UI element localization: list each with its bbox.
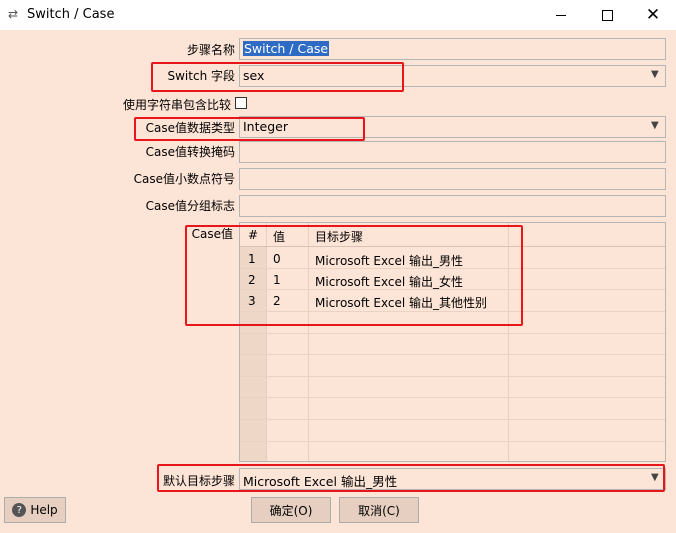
- case-type-label: Case值数据类型: [145, 121, 235, 135]
- step-name-label: 步骤名称: [186, 43, 235, 57]
- table-cell-target[interactable]: Microsoft Excel 输出_其他性别: [315, 294, 487, 311]
- case-values-table[interactable]: # 值 目标步骤 1 0 Microsoft Excel 输出_男性 2 1 M…: [239, 222, 666, 462]
- case-values-label: Case值: [191, 227, 233, 241]
- case-decimal-input[interactable]: [239, 168, 666, 190]
- case-mask-input[interactable]: [239, 141, 666, 163]
- ok-button[interactable]: 确定(O): [251, 497, 331, 523]
- use-contains-checkbox[interactable]: [235, 97, 247, 109]
- close-icon: ✕: [645, 5, 661, 25]
- table-cell-value[interactable]: 2: [273, 294, 281, 308]
- table-header-target[interactable]: 目标步骤: [315, 228, 363, 245]
- case-decimal-label: Case值小数点符号: [133, 172, 235, 186]
- switch-field-value: sex: [243, 68, 265, 83]
- step-name-value: Switch / Case: [243, 41, 330, 56]
- table-cell-num: 2: [248, 273, 256, 287]
- help-button-label: Help: [30, 503, 58, 517]
- default-target-value: Microsoft Excel 输出_男性: [243, 474, 398, 489]
- cancel-button[interactable]: 取消(C): [339, 497, 419, 523]
- table-cell-target[interactable]: Microsoft Excel 输出_男性: [315, 252, 463, 269]
- switch-field-label: Switch 字段: [167, 69, 236, 83]
- minimize-button[interactable]: [538, 0, 584, 30]
- close-button[interactable]: ✕: [630, 0, 676, 30]
- step-name-input[interactable]: Switch / Case: [239, 38, 666, 60]
- table-cell-value[interactable]: 0: [273, 252, 281, 266]
- case-mask-label: Case值转换掩码: [145, 145, 235, 159]
- case-type-value: Integer: [243, 119, 288, 134]
- maximize-button[interactable]: [584, 0, 630, 30]
- window-title: Switch / Case: [27, 7, 115, 22]
- chevron-down-icon: ▼: [651, 69, 659, 80]
- default-target-select[interactable]: Microsoft Excel 输出_男性 ▼: [239, 468, 666, 490]
- chevron-down-icon: ▼: [651, 120, 659, 131]
- table-cell-target[interactable]: Microsoft Excel 输出_女性: [315, 273, 463, 290]
- chevron-down-icon: ▼: [651, 472, 659, 483]
- maximize-icon: [601, 9, 613, 21]
- table-cell-num: 3: [248, 294, 256, 308]
- table-header-value[interactable]: 值: [273, 228, 285, 245]
- table-cell-value[interactable]: 1: [273, 273, 281, 287]
- default-target-label: 默认目标步骤: [162, 474, 235, 488]
- arrows-swap-icon: ⇄: [8, 7, 19, 21]
- table-header-num[interactable]: #: [248, 228, 258, 242]
- table-cell-num: 1: [248, 252, 256, 266]
- help-button[interactable]: ? Help: [4, 497, 66, 523]
- help-icon: ?: [12, 503, 27, 517]
- minimize-icon: [556, 14, 566, 16]
- case-group-input[interactable]: [239, 195, 666, 217]
- switch-field-select[interactable]: sex ▼: [239, 65, 666, 87]
- case-type-select[interactable]: Integer ▼: [239, 116, 666, 138]
- case-group-label: Case值分组标志: [145, 199, 235, 213]
- use-contains-label: 使用字符串包含比较: [122, 98, 231, 112]
